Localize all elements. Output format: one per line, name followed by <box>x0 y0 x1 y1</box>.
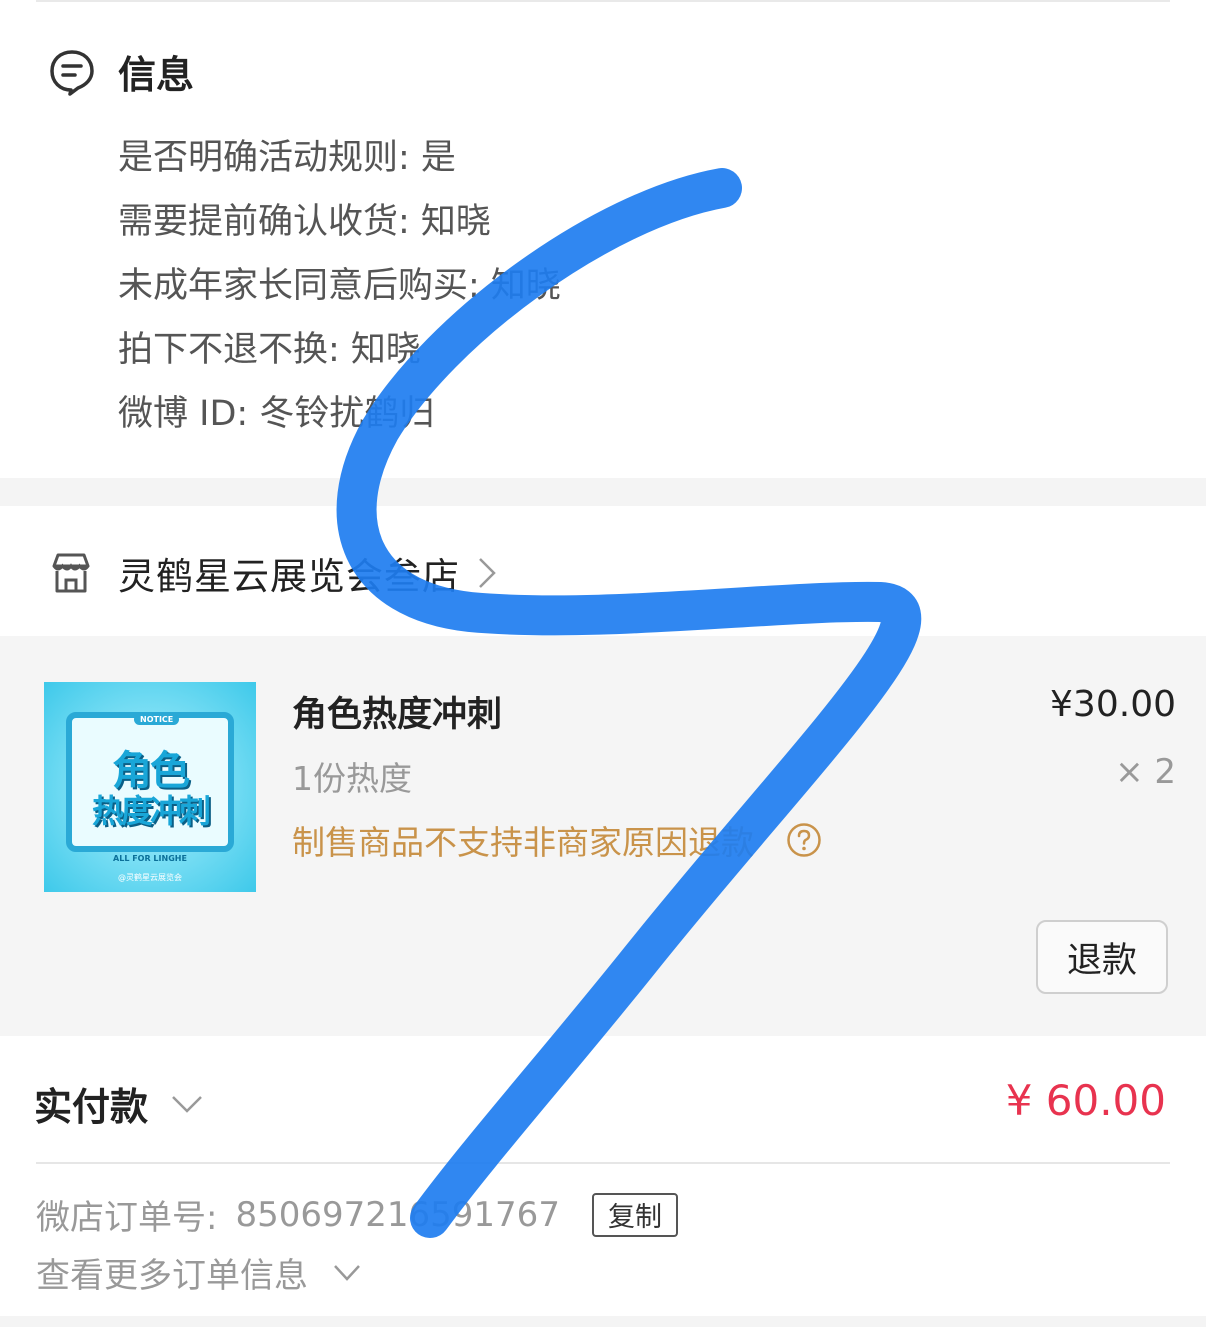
product-quantity: × 2 <box>1115 752 1176 792</box>
message-icon <box>50 49 94 96</box>
thumbnail-title-line2: 热度冲刺 <box>91 792 211 830</box>
top-divider <box>36 0 1170 2</box>
product-card[interactable]: NOTICE 角色 热度冲刺 ALL FOR LINGHE @灵鹤星云展览会 角… <box>0 636 1206 1036</box>
section-gap <box>0 478 1206 506</box>
payment-amount: ¥ 60.00 <box>1005 1076 1166 1125</box>
chevron-down-icon <box>334 1264 360 1281</box>
store-name: 灵鹤星云展览会叁店 <box>118 555 460 598</box>
order-number: 850697216591767 <box>235 1194 560 1235</box>
info-title: 信息 <box>118 53 195 97</box>
copy-button[interactable]: 复制 <box>591 1192 678 1237</box>
payment-toggle[interactable]: 实付款 <box>34 1076 204 1131</box>
product-spec: 1份热度 <box>292 759 412 798</box>
info-line-confirm: 需要提前确认收货: 知晓 <box>118 202 491 242</box>
more-order-info[interactable]: 查看更多订单信息 <box>36 1248 362 1297</box>
store-icon <box>52 553 90 593</box>
bottom-band <box>0 1316 1206 1327</box>
refund-button[interactable]: 退款 <box>1036 920 1168 994</box>
info-line-no-return: 拍下不退不换: 知晓 <box>118 330 421 370</box>
refund-policy-text: 制售商品不支持非商家原因退款 <box>292 823 754 862</box>
order-detail-page: 信息 是否明确活动规则: 是 需要提前确认收货: 知晓 未成年家长同意后购买: … <box>0 0 1206 1327</box>
store-link[interactable]: 灵鹤星云展览会叁店 <box>48 546 498 600</box>
payment-label: 实付款 <box>34 1085 149 1129</box>
chevron-right-icon <box>479 558 496 588</box>
chevron-down-icon <box>172 1095 202 1113</box>
info-line-weibo: 微博 ID: 冬铃扰鹤归 <box>118 394 435 434</box>
info-line-minor: 未成年家长同意后购买: 知晓 <box>118 266 561 306</box>
more-order-info-label: 查看更多订单信息 <box>36 1256 308 1296</box>
product-name: 角色热度冲刺 <box>292 695 503 735</box>
help-icon[interactable] <box>786 822 822 858</box>
info-line-rules: 是否明确活动规则: 是 <box>118 138 456 178</box>
thumbnail-footer: ALL FOR LINGHE <box>113 854 187 863</box>
refund-policy-note: 制售商品不支持非商家原因退款 <box>292 816 822 864</box>
thumbnail-notice: NOTICE <box>134 714 180 725</box>
order-number-row: 微店订单号: 850697216591767 复制 <box>36 1190 678 1239</box>
payment-divider <box>36 1162 1170 1164</box>
product-thumbnail[interactable]: NOTICE 角色 热度冲刺 ALL FOR LINGHE @灵鹤星云展览会 <box>44 682 256 892</box>
info-list: 是否明确活动规则: 是 需要提前确认收货: 知晓 未成年家长同意后购买: 知晓 … <box>118 126 561 446</box>
order-number-label: 微店订单号: <box>36 1198 218 1238</box>
thumbnail-credit: @灵鹤星云展览会 <box>118 873 182 882</box>
product-price: ¥30.00 <box>1050 684 1176 725</box>
info-header: 信息 <box>48 44 194 99</box>
